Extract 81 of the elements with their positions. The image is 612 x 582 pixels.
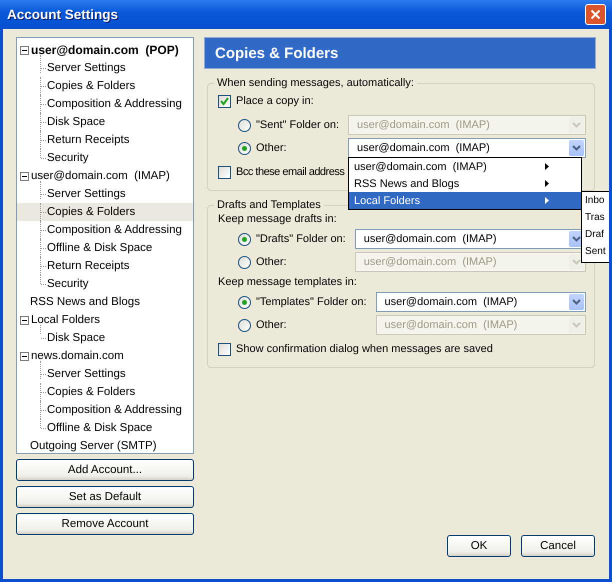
tree-row[interactable]: Offline & Disk Space <box>17 239 193 257</box>
tree-row[interactable]: Offline & Disk Space <box>17 419 193 437</box>
tree-row[interactable]: Security <box>17 149 193 167</box>
menu-item[interactable]: Inbo <box>585 192 610 209</box>
tree-item[interactable]: Outgoing Server (SMTP) <box>30 440 157 452</box>
tree-row[interactable]: Copies & Folders <box>17 203 193 221</box>
collapse-icon[interactable] <box>20 316 29 324</box>
dialog-button[interactable]: Cancel <box>521 535 595 557</box>
radio-button[interactable] <box>238 142 251 154</box>
collapse-icon[interactable] <box>20 352 29 360</box>
menu-item[interactable]: Tras <box>585 209 610 226</box>
checkmark-icon <box>220 96 229 106</box>
radio-label: "Sent" Folder on: <box>256 119 340 131</box>
radio-button[interactable] <box>238 232 251 246</box>
checkbox-label: Show confirmation dialog when messages are saved <box>236 343 493 355</box>
dialog-button[interactable]: OK <box>447 535 511 557</box>
account-button[interactable]: Set as Default <box>16 486 194 508</box>
radio-button[interactable] <box>238 318 251 332</box>
tree-row[interactable]: Composition & Addressing <box>17 221 193 239</box>
close-button[interactable] <box>585 4 606 25</box>
tree-item: Security <box>47 278 89 290</box>
radio-label: "Drafts" Folder on: <box>256 233 346 245</box>
submenu-arrow-icon <box>545 180 550 187</box>
tree-row[interactable]: Copies & Folders <box>17 383 193 401</box>
radio-label: "Templates" Folder on: <box>256 296 367 308</box>
checkbox-label: Bcc these email address <box>236 166 344 178</box>
tree-item[interactable]: news.domain.com <box>31 350 124 362</box>
window-title: Account Settings <box>7 7 118 22</box>
tree-item: Disk Space <box>47 332 106 344</box>
radio-button[interactable] <box>238 118 251 132</box>
submenu-arrow-icon <box>545 163 550 170</box>
tree-item: Security <box>47 152 89 164</box>
radio-label: Other: <box>256 319 287 331</box>
radio-label: Other: <box>256 142 287 154</box>
folder-dropdown[interactable]: user@domain.com (IMAP) <box>376 292 586 312</box>
tree-item: Composition & Addressing <box>47 98 182 110</box>
tree-row[interactable]: Composition & Addressing <box>17 95 193 113</box>
group-legend: When sending messages, automatically: <box>214 77 417 89</box>
tree-row[interactable]: Security <box>17 275 193 293</box>
section-heading: Keep message templates in: <box>218 276 358 288</box>
tree-item: Return Receipts <box>47 134 130 146</box>
tree-row[interactable]: Composition & Addressing <box>17 401 193 419</box>
tree-item: Copies & Folders <box>47 80 136 92</box>
tree-item[interactable]: user@domain.com (IMAP) <box>31 170 170 182</box>
checkbox[interactable] <box>218 166 231 178</box>
tree-row[interactable]: Disk Space <box>17 113 193 131</box>
panel-title: Copies & Folders <box>215 44 338 62</box>
account-button[interactable]: Add Account... <box>16 459 194 481</box>
checkbox[interactable] <box>218 94 231 108</box>
tree-item: Server Settings <box>47 62 126 74</box>
checkbox[interactable] <box>218 342 231 356</box>
tree-row[interactable]: Return Receipts <box>17 131 193 149</box>
tree-item: Copies & Folders <box>47 386 136 398</box>
menu-item[interactable]: Sent <box>585 243 610 260</box>
menu-item[interactable]: Draf <box>585 226 610 243</box>
collapse-icon[interactable] <box>20 172 29 180</box>
tree-item: Server Settings <box>47 368 126 380</box>
section-heading: Keep message drafts in: <box>218 213 338 225</box>
tree-item[interactable]: Local Folders <box>31 314 100 326</box>
tree-item[interactable]: RSS News and Blogs <box>30 296 140 308</box>
tree-item: Return Receipts <box>47 260 130 272</box>
account-button[interactable]: Remove Account <box>16 513 194 535</box>
tree-item: Offline & Disk Space <box>47 242 152 254</box>
tree-item[interactable]: user@domain.com (POP) <box>31 43 179 57</box>
tree-item: Copies & Folders <box>47 206 136 218</box>
tree-item: Server Settings <box>47 188 126 200</box>
tree-item: Offline & Disk Space <box>47 422 152 434</box>
tree-item: Composition & Addressing <box>47 404 182 416</box>
radio-button[interactable] <box>238 256 251 268</box>
checkbox-label: Place a copy in: <box>236 95 314 107</box>
tree-row[interactable]: Return Receipts <box>17 257 193 275</box>
tree-item: Composition & Addressing <box>47 224 182 236</box>
tree-item: Disk Space <box>47 116 106 128</box>
tree-row[interactable]: Copies & Folders <box>17 77 193 95</box>
radio-label: Other: <box>256 256 287 268</box>
collapse-icon[interactable] <box>20 46 29 54</box>
radio-button[interactable] <box>238 296 251 308</box>
group-legend: Drafts and Templates <box>214 199 324 211</box>
close-icon <box>590 9 601 20</box>
submenu-arrow-icon <box>545 197 550 204</box>
menu-item[interactable]: Local Folders <box>349 192 582 209</box>
